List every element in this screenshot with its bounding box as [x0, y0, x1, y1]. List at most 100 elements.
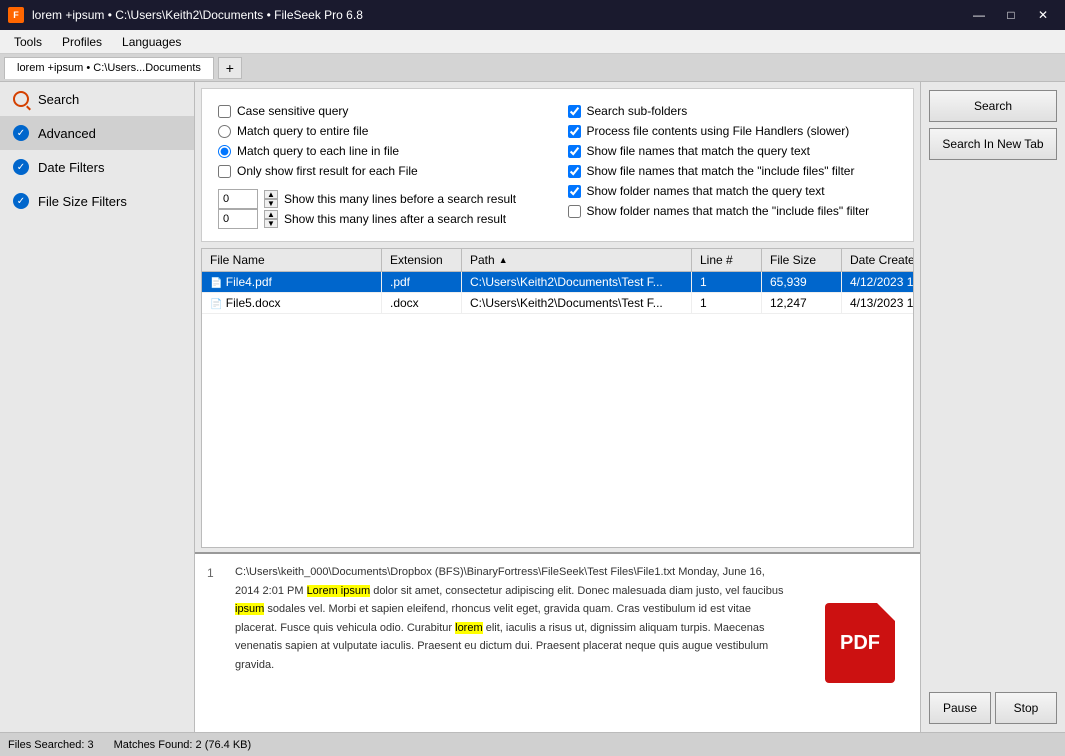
date-filters-check-icon: ✓ [13, 159, 29, 175]
match-line-label: Match query to each line in file [237, 144, 399, 158]
sidebar-file-size-label: File Size Filters [38, 194, 127, 209]
show-names-include-label: Show file names that match the "include … [587, 164, 855, 178]
sidebar-item-advanced[interactable]: ✓ Advanced [0, 116, 194, 150]
process-handlers-option: Process file contents using File Handler… [568, 121, 898, 141]
options-panel: Case sensitive query Match query to enti… [201, 88, 914, 242]
preview-path: C:\Users\keith_000\Documents\Dropbox (BF… [235, 566, 783, 671]
sidebar-item-file-size[interactable]: ✓ File Size Filters [0, 184, 194, 218]
col-header-name[interactable]: File Name [202, 249, 382, 271]
show-folder-query-checkbox[interactable] [568, 185, 581, 198]
case-sensitive-checkbox[interactable] [218, 105, 231, 118]
pdf-big-icon: PDF [825, 603, 895, 683]
preview-area: 1 C:\Users\keith_000\Documents\Dropbox (… [195, 552, 920, 732]
tab-main[interactable]: lorem +ipsum • C:\Users...Documents [4, 57, 214, 79]
match-entire-option: Match query to entire file [218, 121, 548, 141]
show-names-include-checkbox[interactable] [568, 165, 581, 178]
match-entire-radio[interactable] [218, 125, 231, 138]
menu-profiles[interactable]: Profiles [52, 33, 112, 51]
files-searched-status: Files Searched: 3 [8, 739, 94, 751]
process-handlers-label: Process file contents using File Handler… [587, 124, 850, 138]
file-path-cell: C:\Users\Keith2\Documents\Test F... [462, 293, 692, 313]
match-line-radio[interactable] [218, 145, 231, 158]
show-folder-query-label: Show folder names that match the query t… [587, 184, 825, 198]
search-icon [13, 91, 29, 107]
pdf-icon: 📄 [210, 278, 222, 289]
sort-indicator: ▲ [499, 255, 508, 265]
col-header-line[interactable]: Line # [692, 249, 762, 271]
sidebar-date-label: Date Filters [38, 160, 104, 175]
show-names-query-option: Show file names that match the query tex… [568, 141, 898, 161]
show-folder-include-label: Show folder names that match the "includ… [587, 204, 870, 218]
search-subfolders-option: Search sub-folders [568, 101, 898, 121]
lines-after-label: Show this many lines after a search resu… [284, 212, 506, 226]
show-names-query-label: Show file names that match the query tex… [587, 144, 810, 158]
show-folder-include-option: Show folder names that match the "includ… [568, 201, 898, 221]
lines-after-option: 0 ▲ ▼ Show this many lines after a searc… [218, 209, 548, 229]
sidebar-advanced-label: Advanced [38, 126, 96, 141]
show-names-include-option: Show file names that match the "include … [568, 161, 898, 181]
pause-button[interactable]: Pause [929, 692, 991, 724]
file-ext-cell: .pdf [382, 272, 462, 292]
sidebar-search-label: Search [38, 92, 79, 107]
show-folder-query-option: Show folder names that match the query t… [568, 181, 898, 201]
show-names-query-checkbox[interactable] [568, 145, 581, 158]
main-layout: Search ✓ Advanced ✓ Date Filters ✓ File … [0, 82, 1065, 732]
lines-before-option: 0 ▲ ▼ Show this many lines before a sear… [218, 189, 548, 209]
preview-content: C:\Users\keith_000\Documents\Dropbox (BF… [235, 562, 788, 724]
stop-button[interactable]: Stop [995, 692, 1057, 724]
search-button[interactable]: Search [929, 90, 1057, 122]
table-row[interactable]: 📄 File5.docx .docx C:\Users\Keith2\Docum… [202, 293, 913, 314]
file-size-cell: 65,939 [762, 272, 842, 292]
status-bar: Files Searched: 3 Matches Found: 2 (76.4… [0, 732, 1065, 756]
file-line-cell: 1 [692, 272, 762, 292]
window-title: lorem +ipsum • C:\Users\Keith2\Documents… [32, 8, 363, 22]
lines-after-up[interactable]: ▲ [264, 210, 278, 219]
sidebar: Search ✓ Advanced ✓ Date Filters ✓ File … [0, 82, 195, 732]
search-subfolders-label: Search sub-folders [587, 104, 688, 118]
file-name-cell: 📄 File5.docx [202, 293, 382, 313]
right-panel: Search Search In New Tab Pause Stop [920, 82, 1065, 732]
search-subfolders-checkbox[interactable] [568, 105, 581, 118]
sidebar-item-search[interactable]: Search [0, 82, 194, 116]
show-folder-include-checkbox[interactable] [568, 205, 581, 218]
col-header-size[interactable]: File Size [762, 249, 842, 271]
minimize-button[interactable]: — [965, 5, 993, 25]
file-created-cell: 4/12/2023 12:06 PM [842, 272, 914, 292]
match-line-option: Match query to each line in file [218, 141, 548, 161]
lines-after-down[interactable]: ▼ [264, 219, 278, 228]
case-sensitive-label: Case sensitive query [237, 104, 348, 118]
file-ext-cell: .docx [382, 293, 462, 313]
pdf-preview-icon: PDF [800, 554, 920, 732]
col-header-ext[interactable]: Extension [382, 249, 462, 271]
first-result-checkbox[interactable] [218, 165, 231, 178]
search-new-tab-button[interactable]: Search In New Tab [929, 128, 1057, 160]
table-row[interactable]: 📄 File4.pdf .pdf C:\Users\Keith2\Documen… [202, 272, 913, 293]
lines-before-up[interactable]: ▲ [264, 190, 278, 199]
lines-before-spinner[interactable]: ▲ ▼ [264, 190, 278, 208]
process-handlers-checkbox[interactable] [568, 125, 581, 138]
file-size-check-icon: ✓ [13, 193, 29, 209]
col-header-created[interactable]: Date Created [842, 249, 914, 271]
lines-before-input[interactable]: 0 [218, 189, 258, 209]
close-button[interactable]: ✕ [1029, 5, 1057, 25]
lines-after-input[interactable]: 0 [218, 209, 258, 229]
lines-before-down[interactable]: ▼ [264, 199, 278, 208]
menu-bar: Tools Profiles Languages [0, 30, 1065, 54]
advanced-check-icon: ✓ [13, 125, 29, 141]
content-area: Case sensitive query Match query to enti… [195, 82, 920, 732]
col-header-path[interactable]: Path ▲ [462, 249, 692, 271]
menu-tools[interactable]: Tools [4, 33, 52, 51]
preview-text: 1 C:\Users\keith_000\Documents\Dropbox (… [195, 554, 800, 732]
preview-line-number: 1 [207, 562, 227, 724]
match-entire-label: Match query to entire file [237, 124, 368, 138]
file-name-cell: 📄 File4.pdf [202, 272, 382, 292]
pause-stop-row: Pause Stop [929, 692, 1057, 724]
matches-found-status: Matches Found: 2 (76.4 KB) [114, 739, 252, 751]
maximize-button[interactable]: □ [997, 5, 1025, 25]
file-size-cell: 12,247 [762, 293, 842, 313]
menu-languages[interactable]: Languages [112, 33, 191, 51]
file-list-header: File Name Extension Path ▲ Line # File S… [202, 249, 913, 272]
lines-after-spinner[interactable]: ▲ ▼ [264, 210, 278, 228]
sidebar-item-date-filters[interactable]: ✓ Date Filters [0, 150, 194, 184]
tab-add-button[interactable]: + [218, 57, 242, 79]
